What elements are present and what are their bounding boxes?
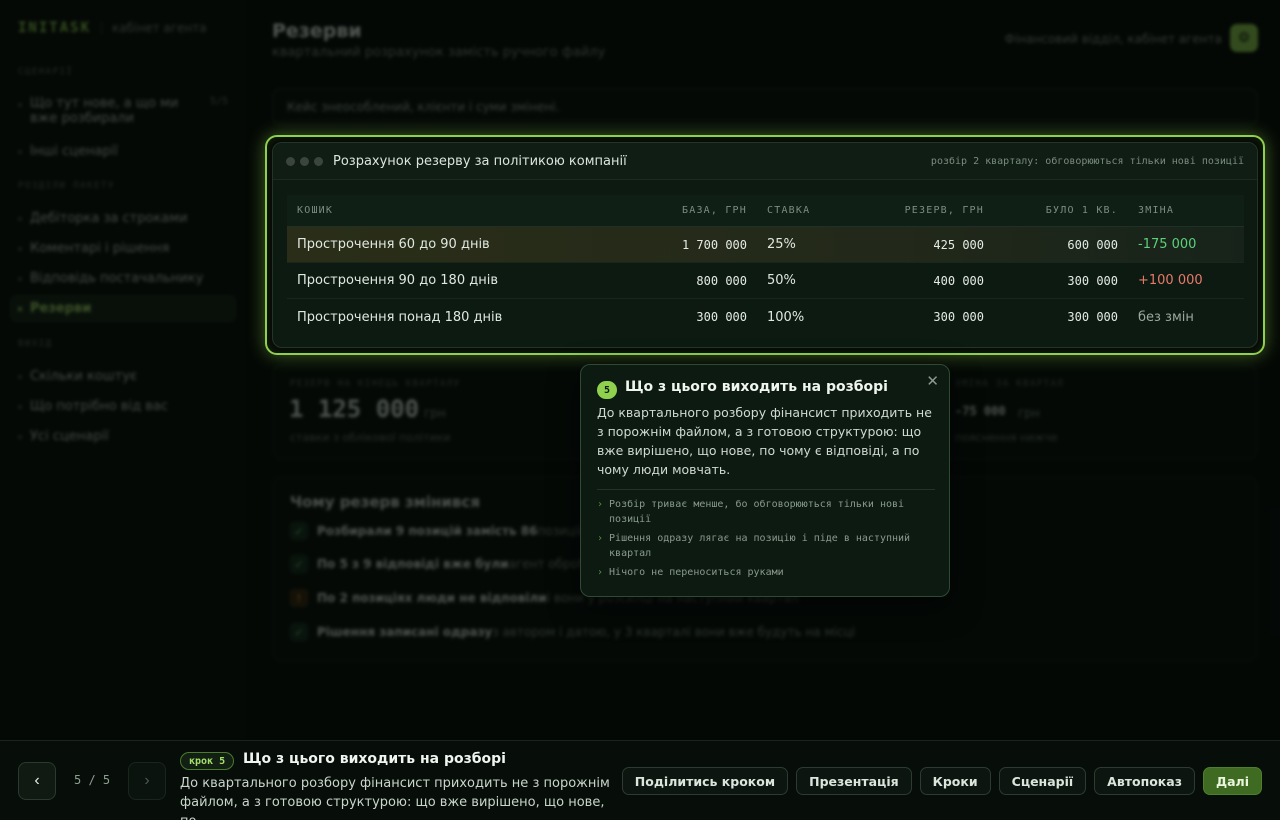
step-title: Що з цього виходить на розборі — [243, 751, 506, 767]
card-title: Розрахунок резерву за політикою компанії — [333, 153, 627, 169]
popover-bullets: › Розбір триває менше, бо обговорюються т… — [597, 497, 937, 584]
cell-rate: 25% — [767, 237, 796, 252]
column-header-change: ЗМІНА — [1138, 205, 1175, 216]
previous-step-button[interactable]: ‹ — [18, 762, 56, 800]
popover-title: Що з цього виходить на розборі — [625, 379, 888, 395]
tour-popover: 5 Що з цього виходить на розборі ✕ До кв… — [580, 364, 950, 597]
popover-divider — [597, 489, 935, 490]
reserve-table: КОШИК БАЗА, ГРН СТАВКА РЕЗЕРВ, ГРН БУЛО … — [287, 195, 1244, 335]
cell-base: 300 000 — [696, 310, 747, 324]
bullet-text: Розбір триває менше, бо обговорюються ті… — [609, 499, 905, 525]
table-header-row: КОШИК БАЗА, ГРН СТАВКА РЕЗЕРВ, ГРН БУЛО … — [287, 195, 1244, 227]
next-step-arrow-button[interactable]: › — [128, 762, 166, 800]
window-dot-icon — [300, 156, 309, 166]
list-item: › Розбір триває менше, бо обговорюються т… — [597, 497, 937, 527]
chevron-right-icon: › — [597, 567, 604, 578]
step-pager: 5 / 5 — [74, 773, 111, 787]
cell-rate: 100% — [767, 309, 805, 325]
popover-body: До квартального розбору фінансист приход… — [597, 405, 932, 477]
scenarios-button[interactable]: Сценарії — [998, 767, 1087, 795]
cell-base: 1 700 000 — [681, 237, 747, 252]
cell-base: 800 000 — [696, 273, 747, 288]
reserve-calculation-card: Розрахунок резерву за політикою компанії… — [272, 142, 1258, 348]
cell-prev: 300 000 — [1067, 310, 1118, 324]
steps-button[interactable]: Кроки — [919, 767, 991, 795]
close-icon[interactable]: ✕ — [926, 372, 939, 390]
list-item: › Рішення одразу лягає на позицію і піде … — [597, 531, 937, 561]
cell-prev: 600 000 — [1067, 237, 1118, 252]
cell-bucket: Прострочення понад 180 днів — [297, 309, 503, 325]
cell-reserve: 425 000 — [933, 237, 984, 252]
presentation-button[interactable]: Презентація — [796, 767, 912, 795]
chevron-right-icon: › — [144, 772, 150, 789]
table-row[interactable]: Прострочення 90 до 180 днів 800 000 50% … — [287, 263, 1244, 299]
cell-change: без змін — [1138, 309, 1194, 325]
cell-reserve: 400 000 — [933, 273, 984, 288]
tour-bottom-bar: ‹ 5 / 5 › крок 5 Що з цього виходить на … — [0, 740, 1280, 820]
bullet-text: Рішення одразу лягає на позицію і піде в… — [609, 533, 911, 559]
cell-prev: 300 000 — [1067, 273, 1118, 288]
cell-bucket: Прострочення 90 до 180 днів — [297, 273, 498, 288]
chevron-left-icon: ‹ — [34, 772, 40, 789]
chevron-right-icon: › — [597, 499, 604, 510]
table-row[interactable]: Прострочення понад 180 днів 300 000 100%… — [287, 299, 1244, 335]
share-step-button[interactable]: Поділитись кроком — [621, 767, 789, 795]
column-header-base: БАЗА, ГРН — [682, 205, 747, 216]
window-dot-icon — [286, 156, 295, 166]
table-row[interactable]: Прострочення 60 до 90 днів 1 700 000 25%… — [287, 227, 1244, 263]
cell-bucket: Прострочення 60 до 90 днів — [297, 237, 490, 252]
chevron-right-icon: › — [597, 533, 604, 544]
cell-reserve: 300 000 — [933, 310, 984, 324]
cell-rate: 50% — [767, 273, 796, 288]
next-button[interactable]: Далі — [1202, 767, 1262, 795]
bullet-text: Нічого не переноситься руками — [609, 567, 784, 578]
step-number-badge: 5 — [597, 381, 617, 399]
column-header-prev: БУЛО 1 КВ. — [1045, 205, 1118, 216]
card-header: Розрахунок резерву за політикою компанії… — [273, 143, 1257, 180]
column-header-bucket: КОШИК — [297, 205, 334, 216]
autoplay-button[interactable]: Автопоказ — [1094, 767, 1195, 795]
window-dot-icon — [314, 156, 323, 166]
cell-change: +100 000 — [1138, 273, 1203, 288]
step-chip: крок 5 — [180, 752, 235, 770]
cell-change: -175 000 — [1138, 237, 1197, 252]
step-description: До квартального розбору фінансист приход… — [180, 776, 610, 820]
column-header-rate: СТАВКА — [767, 205, 811, 216]
tour-actions: Поділитись кроком Презентація Кроки Сцен… — [621, 767, 1262, 795]
list-item: › Нічого не переноситься руками — [597, 565, 937, 580]
card-meta: розбір 2 кварталу: обговорюються тільки … — [930, 155, 1244, 167]
column-header-reserve: РЕЗЕРВ, ГРН — [904, 205, 984, 216]
